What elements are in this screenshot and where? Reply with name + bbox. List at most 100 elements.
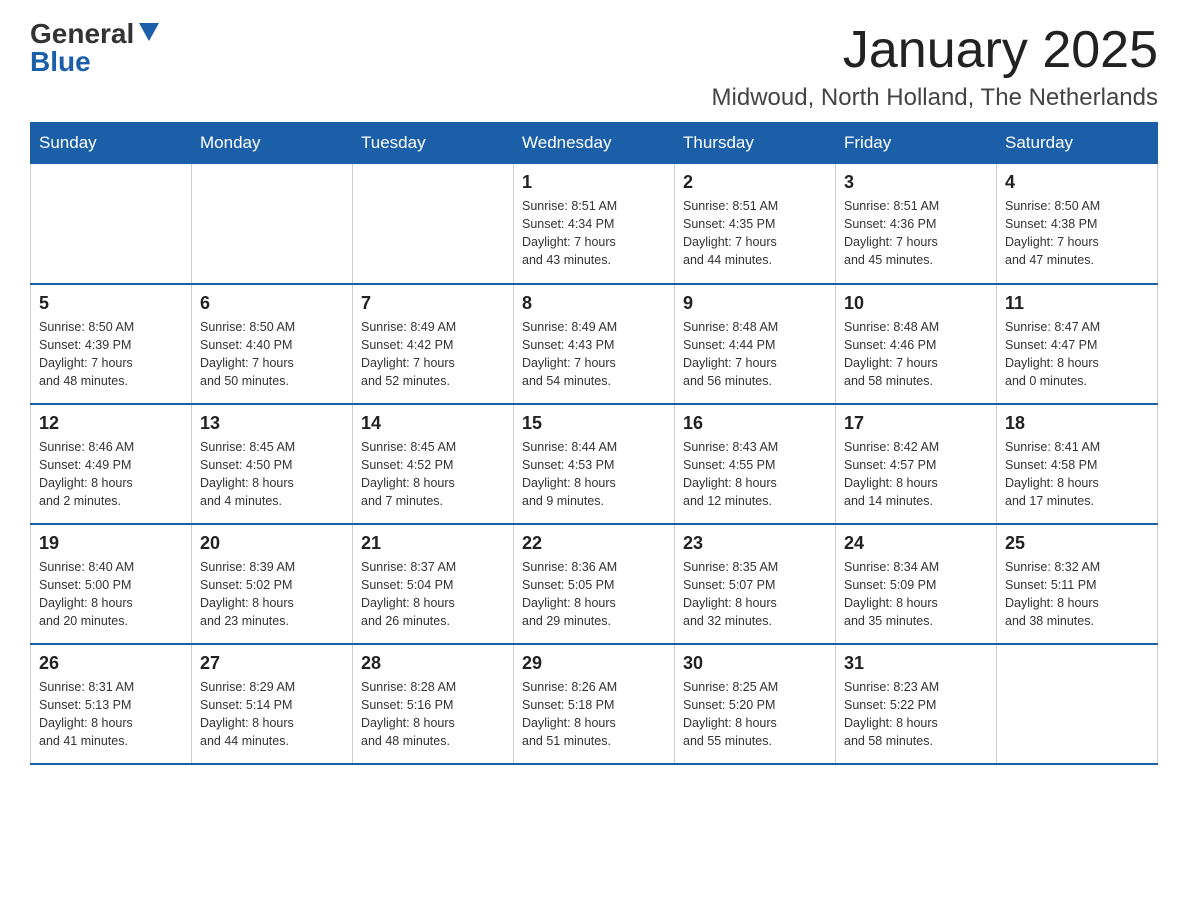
calendar-cell: 30 Sunrise: 8:25 AM Sunset: 5:20 PM Dayli… (675, 644, 836, 764)
calendar-cell: 5Sunrise: 8:50 AM Sunset: 4:39 PM Daylig… (31, 284, 192, 404)
calendar-cell: 24Sunrise: 8:34 AM Sunset: 5:09 PM Dayli… (836, 524, 997, 644)
calendar-cell: 4 Sunrise: 8:50 AM Sunset: 4:38 PM Daylig… (997, 164, 1158, 284)
day-info: Sunrise: 8:43 AM Sunset: 4:55 PM Dayligh… (683, 438, 827, 511)
calendar-cell: 18 Sunrise: 8:41 AM Sunset: 4:58 PM Dayli… (997, 404, 1158, 524)
day-info: Sunrise: 8:28 AM Sunset: 5:16 PM Dayligh… (361, 678, 505, 751)
calendar-cell: 19Sunrise: 8:40 AM Sunset: 5:00 PM Dayli… (31, 524, 192, 644)
calendar-cell (997, 644, 1158, 764)
logo-general-text: General (30, 20, 134, 48)
day-number: 18 (1005, 413, 1149, 434)
calendar-cell: 31 Sunrise: 8:23 AM Sunset: 5:22 PM Dayli… (836, 644, 997, 764)
calendar-cell: 15Sunrise: 8:44 AM Sunset: 4:53 PM Dayli… (514, 404, 675, 524)
calendar-cell: 29 Sunrise: 8:26 AM Sunset: 5:18 PM Dayli… (514, 644, 675, 764)
calendar-cell: 12Sunrise: 8:46 AM Sunset: 4:49 PM Dayli… (31, 404, 192, 524)
day-info: Sunrise: 8:26 AM Sunset: 5:18 PM Dayligh… (522, 678, 666, 751)
day-number: 22 (522, 533, 666, 554)
calendar-cell: 23Sunrise: 8:35 AM Sunset: 5:07 PM Dayli… (675, 524, 836, 644)
day-info: Sunrise: 8:50 AM Sunset: 4:38 PM Dayligh… (1005, 197, 1149, 270)
calendar-week-row: 1 Sunrise: 8:51 AM Sunset: 4:34 PM Daylig… (31, 164, 1158, 284)
calendar-cell: 21 Sunrise: 8:37 AM Sunset: 5:04 PM Dayli… (353, 524, 514, 644)
calendar-cell: 25Sunrise: 8:32 AM Sunset: 5:11 PM Dayli… (997, 524, 1158, 644)
day-info: Sunrise: 8:49 AM Sunset: 4:43 PM Dayligh… (522, 318, 666, 391)
calendar-cell: 22 Sunrise: 8:36 AM Sunset: 5:05 PM Dayli… (514, 524, 675, 644)
calendar-cell: 8 Sunrise: 8:49 AM Sunset: 4:43 PM Daylig… (514, 284, 675, 404)
day-number: 8 (522, 293, 666, 314)
day-number: 7 (361, 293, 505, 314)
day-info: Sunrise: 8:48 AM Sunset: 4:44 PM Dayligh… (683, 318, 827, 391)
day-number: 27 (200, 653, 344, 674)
day-number: 9 (683, 293, 827, 314)
day-info: Sunrise: 8:29 AM Sunset: 5:14 PM Dayligh… (200, 678, 344, 751)
day-info: Sunrise: 8:36 AM Sunset: 5:05 PM Dayligh… (522, 558, 666, 631)
calendar-table: SundayMondayTuesdayWednesdayThursdayFrid… (30, 122, 1158, 765)
day-info: Sunrise: 8:23 AM Sunset: 5:22 PM Dayligh… (844, 678, 988, 751)
day-info: Sunrise: 8:51 AM Sunset: 4:36 PM Dayligh… (844, 197, 988, 270)
calendar-cell (192, 164, 353, 284)
calendar-cell: 6Sunrise: 8:50 AM Sunset: 4:40 PM Daylig… (192, 284, 353, 404)
header-saturday: Saturday (997, 123, 1158, 164)
month-year-title: January 2025 (712, 20, 1158, 80)
header-sunday: Sunday (31, 123, 192, 164)
day-info: Sunrise: 8:49 AM Sunset: 4:42 PM Dayligh… (361, 318, 505, 391)
day-info: Sunrise: 8:25 AM Sunset: 5:20 PM Dayligh… (683, 678, 827, 751)
calendar-cell (31, 164, 192, 284)
calendar-week-row: 19Sunrise: 8:40 AM Sunset: 5:00 PM Dayli… (31, 524, 1158, 644)
day-number: 23 (683, 533, 827, 554)
day-number: 21 (361, 533, 505, 554)
day-number: 28 (361, 653, 505, 674)
page-header: General Blue January 2025 Midwoud, North… (30, 20, 1158, 112)
logo: General Blue (30, 20, 159, 76)
title-section: January 2025 Midwoud, North Holland, The… (712, 20, 1158, 112)
day-info: Sunrise: 8:41 AM Sunset: 4:58 PM Dayligh… (1005, 438, 1149, 511)
calendar-cell: 17Sunrise: 8:42 AM Sunset: 4:57 PM Dayli… (836, 404, 997, 524)
calendar-week-row: 12Sunrise: 8:46 AM Sunset: 4:49 PM Dayli… (31, 404, 1158, 524)
day-number: 30 (683, 653, 827, 674)
calendar-cell: 20 Sunrise: 8:39 AM Sunset: 5:02 PM Dayli… (192, 524, 353, 644)
day-info: Sunrise: 8:32 AM Sunset: 5:11 PM Dayligh… (1005, 558, 1149, 631)
logo-triangle-icon (139, 23, 159, 41)
day-number: 3 (844, 172, 988, 193)
calendar-cell: 14Sunrise: 8:45 AM Sunset: 4:52 PM Dayli… (353, 404, 514, 524)
header-tuesday: Tuesday (353, 123, 514, 164)
calendar-cell: 10Sunrise: 8:48 AM Sunset: 4:46 PM Dayli… (836, 284, 997, 404)
day-number: 16 (683, 413, 827, 434)
day-info: Sunrise: 8:44 AM Sunset: 4:53 PM Dayligh… (522, 438, 666, 511)
calendar-cell: 1 Sunrise: 8:51 AM Sunset: 4:34 PM Daylig… (514, 164, 675, 284)
day-info: Sunrise: 8:40 AM Sunset: 5:00 PM Dayligh… (39, 558, 183, 631)
day-number: 11 (1005, 293, 1149, 314)
calendar-cell: 26 Sunrise: 8:31 AM Sunset: 5:13 PM Dayli… (31, 644, 192, 764)
day-number: 12 (39, 413, 183, 434)
day-info: Sunrise: 8:45 AM Sunset: 4:52 PM Dayligh… (361, 438, 505, 511)
header-monday: Monday (192, 123, 353, 164)
day-number: 5 (39, 293, 183, 314)
calendar-cell: 27 Sunrise: 8:29 AM Sunset: 5:14 PM Dayli… (192, 644, 353, 764)
day-info: Sunrise: 8:39 AM Sunset: 5:02 PM Dayligh… (200, 558, 344, 631)
day-number: 10 (844, 293, 988, 314)
day-number: 26 (39, 653, 183, 674)
day-info: Sunrise: 8:31 AM Sunset: 5:13 PM Dayligh… (39, 678, 183, 751)
calendar-cell: 11 Sunrise: 8:47 AM Sunset: 4:47 PM Dayli… (997, 284, 1158, 404)
day-info: Sunrise: 8:37 AM Sunset: 5:04 PM Dayligh… (361, 558, 505, 631)
logo-blue-text: Blue (30, 48, 91, 76)
calendar-cell: 28 Sunrise: 8:28 AM Sunset: 5:16 PM Dayli… (353, 644, 514, 764)
day-info: Sunrise: 8:51 AM Sunset: 4:34 PM Dayligh… (522, 197, 666, 270)
day-number: 1 (522, 172, 666, 193)
day-number: 13 (200, 413, 344, 434)
header-friday: Friday (836, 123, 997, 164)
calendar-cell: 13Sunrise: 8:45 AM Sunset: 4:50 PM Dayli… (192, 404, 353, 524)
day-number: 24 (844, 533, 988, 554)
calendar-cell: 16 Sunrise: 8:43 AM Sunset: 4:55 PM Dayli… (675, 404, 836, 524)
calendar-cell: 3 Sunrise: 8:51 AM Sunset: 4:36 PM Daylig… (836, 164, 997, 284)
calendar-cell: 7 Sunrise: 8:49 AM Sunset: 4:42 PM Daylig… (353, 284, 514, 404)
day-number: 20 (200, 533, 344, 554)
day-info: Sunrise: 8:47 AM Sunset: 4:47 PM Dayligh… (1005, 318, 1149, 391)
day-number: 31 (844, 653, 988, 674)
header-wednesday: Wednesday (514, 123, 675, 164)
location-title: Midwoud, North Holland, The Netherlands (712, 84, 1158, 112)
day-number: 17 (844, 413, 988, 434)
day-info: Sunrise: 8:50 AM Sunset: 4:40 PM Dayligh… (200, 318, 344, 391)
day-number: 2 (683, 172, 827, 193)
calendar-week-row: 5Sunrise: 8:50 AM Sunset: 4:39 PM Daylig… (31, 284, 1158, 404)
day-number: 4 (1005, 172, 1149, 193)
day-number: 29 (522, 653, 666, 674)
